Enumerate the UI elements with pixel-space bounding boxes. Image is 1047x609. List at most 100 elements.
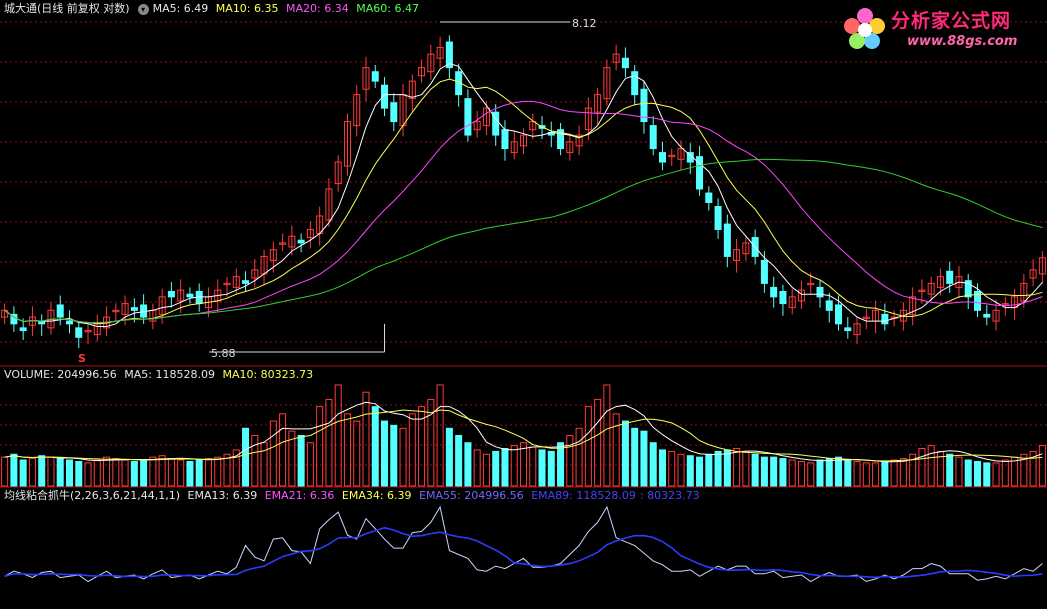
- volume-bar-27: [251, 435, 259, 487]
- volume-bar-20: [186, 460, 194, 487]
- volume-bar-89: [825, 458, 833, 487]
- ema21-label: EMA21: 6.36: [264, 489, 335, 502]
- main-legend: 城大通(日线 前复权 对数) ▾ MA5: 6.49 MA10: 6.35 MA20…: [4, 2, 423, 16]
- candle-body-82: [760, 259, 768, 284]
- logo-title: 分析家公式网: [891, 10, 1012, 32]
- ema13-label: EMA13: 6.39: [187, 489, 258, 502]
- volume-bar-50: [464, 442, 472, 487]
- volume-bar-54: [501, 447, 509, 487]
- candle-body-95: [881, 313, 889, 325]
- candle-body-7: [65, 320, 74, 325]
- volume-legend: VOLUME: 204996.56 MA5: 118528.09 MA10: 8…: [4, 368, 317, 382]
- volume-ma10-line: [4, 409, 1043, 462]
- volume-bar-48: [445, 427, 453, 487]
- volume-bar-8: [75, 460, 83, 487]
- volume-bar-26: [242, 427, 250, 487]
- volume-bar-15: [140, 459, 148, 487]
- ema34-label: EMA34: 6.39: [341, 489, 412, 502]
- volume-bar-69: [640, 430, 648, 487]
- candle-body-42: [390, 102, 398, 123]
- volume-bar-1: [10, 453, 18, 487]
- volume-bar-104: [964, 459, 972, 487]
- volume-bar-47: [436, 384, 444, 487]
- volume-ma5-line: [4, 401, 1043, 463]
- volume-bar-53: [492, 450, 500, 487]
- volume-bar-0: [1, 456, 9, 487]
- ema89-label: EMA89: 118528.09: [531, 489, 636, 502]
- indicator-legend: 均线粘合抓牛(2,26,3,6,21,44,1,1) EMA13: 6.39 E…: [4, 489, 704, 503]
- volume-bar-87: [807, 462, 815, 487]
- volume-bar-38: [353, 420, 361, 487]
- volume-bar-64: [594, 398, 602, 487]
- candle-body-70: [649, 125, 657, 150]
- indicator-dark-line: [4, 526, 1043, 579]
- volume-bar-80: [742, 450, 750, 487]
- candle-body-106: [983, 313, 991, 318]
- candle-body-84: [779, 290, 787, 305]
- volume-bar-11: [103, 456, 111, 487]
- volume-bar-57: [529, 446, 537, 487]
- volume-bar-82: [760, 456, 768, 487]
- candle-body-68: [631, 71, 639, 96]
- candle-body-77: [714, 206, 722, 230]
- volume-bar-22: [204, 458, 212, 487]
- volume-bar-29: [269, 420, 277, 487]
- volume-bar-42: [390, 424, 398, 487]
- volume-bar-94: [872, 462, 880, 487]
- volume-bar-52: [482, 453, 490, 487]
- ma5-label: MA5: 6.49: [152, 2, 209, 15]
- volume-bar-88: [816, 459, 824, 487]
- volume-bar-43: [399, 427, 407, 487]
- volume-bar-106: [983, 462, 991, 487]
- volume-bar-14: [130, 460, 138, 487]
- volume-bar-13: [121, 459, 129, 487]
- volume-bar-70: [649, 442, 657, 487]
- volume-bar-21: [195, 459, 203, 487]
- candlestick-chart[interactable]: [0, 0, 1047, 609]
- volume-bar-59: [547, 450, 555, 487]
- candle-body-32: [297, 239, 305, 244]
- candle-body-18: [167, 290, 175, 298]
- volume-bar-17: [158, 455, 166, 487]
- volume-bar-28: [260, 442, 268, 487]
- volume-bar-77: [714, 450, 722, 487]
- volume-bar-102: [946, 453, 954, 487]
- candle-body-90: [835, 304, 843, 325]
- volume-bar-96: [890, 459, 898, 487]
- candle-body-89: [825, 300, 833, 311]
- candle-body-14: [130, 307, 138, 311]
- stock-chart[interactable]: [0, 0, 1047, 609]
- candle-body-2: [19, 327, 27, 332]
- volume-bar-34: [316, 406, 324, 487]
- candle-body-40: [371, 71, 379, 82]
- volume-bar-9: [84, 462, 92, 487]
- volume-bar-76: [705, 453, 713, 487]
- volume-bar-23: [214, 456, 222, 487]
- volume-bar-107: [992, 462, 1000, 487]
- ma60-line: [4, 158, 1043, 324]
- volume-bar-99: [918, 447, 926, 487]
- logo-url: www.88gs.com: [907, 34, 1018, 49]
- ema-last-label: : 80323.73: [639, 489, 700, 502]
- candle-body-88: [816, 286, 824, 298]
- candle-body-83: [770, 286, 778, 298]
- volume-bar-85: [788, 459, 796, 487]
- volume-label: VOLUME: 204996.56: [4, 368, 117, 381]
- volume-bar-33: [306, 442, 314, 487]
- volume-bar-10: [93, 459, 101, 487]
- volume-bar-73: [677, 453, 685, 487]
- ema55-label: EMA55: 204996.56: [419, 489, 524, 502]
- volume-bar-25: [232, 449, 240, 487]
- volume-bar-93: [862, 462, 870, 487]
- candle-body-91: [844, 327, 852, 332]
- volume-bar-97: [899, 458, 907, 487]
- settings-circle-icon[interactable]: ▾: [137, 3, 149, 15]
- volume-bar-63: [584, 406, 592, 487]
- volume-bar-105: [973, 460, 982, 487]
- volume-bar-61: [566, 435, 574, 487]
- volume-bar-92: [853, 460, 861, 487]
- signal-mark: S: [78, 352, 86, 365]
- candle-body-76: [705, 192, 713, 203]
- candle-body-102: [946, 270, 954, 284]
- volume-bar-36: [334, 384, 342, 487]
